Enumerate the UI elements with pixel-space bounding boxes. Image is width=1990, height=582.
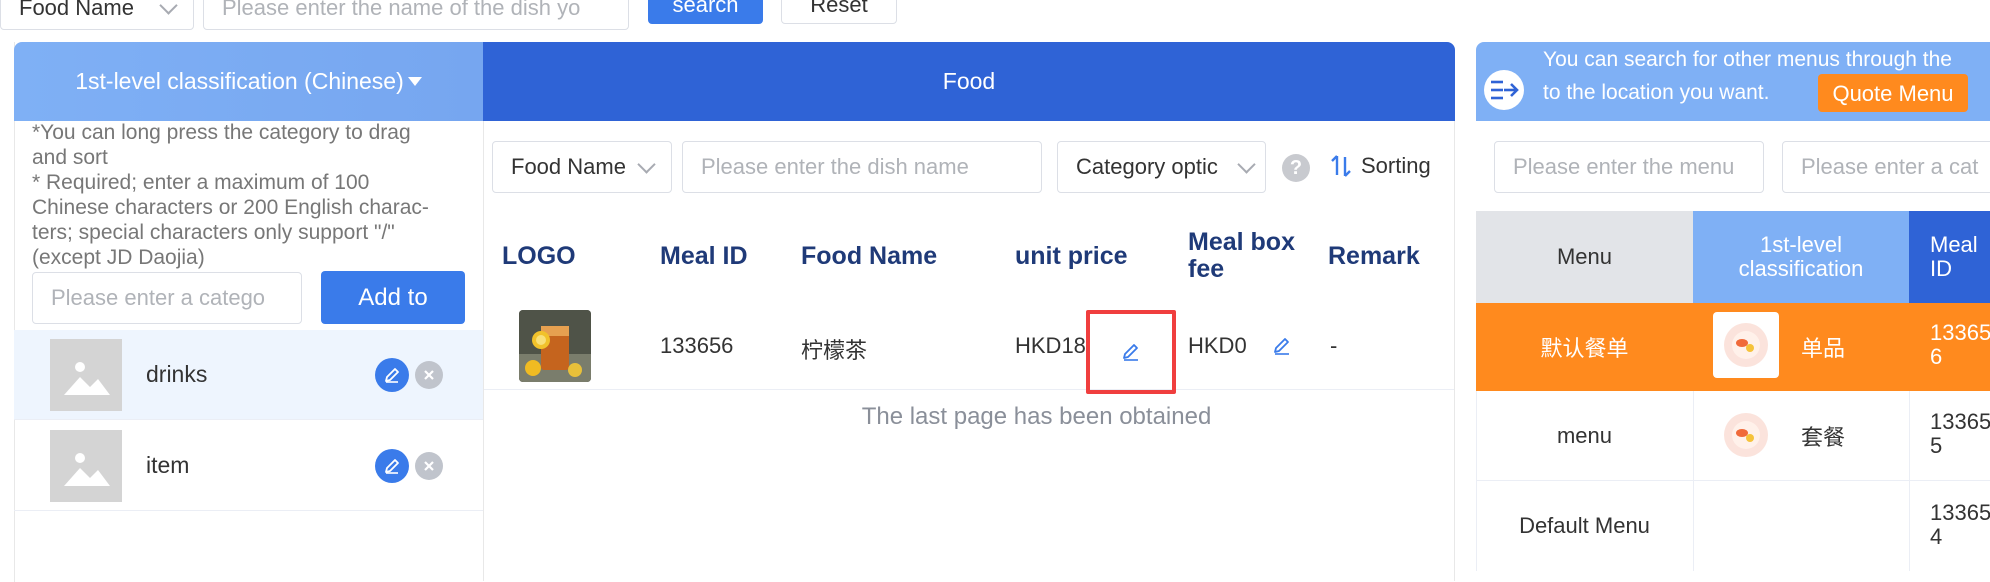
category-name-cell: 单品 (1800, 336, 1845, 361)
meal-id-line2: 6 (1930, 344, 1943, 369)
note-line: * Required; enter a maximum of 100 (32, 171, 370, 194)
col-food-name: Food Name (801, 242, 938, 270)
note-line: and sort (32, 146, 108, 169)
note-line: *You can long press the category to drag (32, 121, 411, 144)
note-line: Chinese characters or 200 English charac… (32, 196, 429, 219)
menu-category-input[interactable]: Please enter a cat (1782, 141, 1990, 193)
category-select-value: Category optic (1076, 154, 1218, 179)
dish-search-placeholder: Please enter the name of the dish yo (222, 0, 581, 20)
sort-icon (1331, 155, 1351, 177)
col-box-fee: Meal box fee (1188, 229, 1295, 283)
quote-menu-button[interactable]: Quote Menu (1818, 74, 1968, 112)
category-panel-header[interactable]: 1st-level classification (Chinese) (14, 42, 483, 121)
category-note: *You can long press the category to drag… (32, 120, 472, 270)
edit-price-icon[interactable] (1121, 342, 1141, 362)
menu-header-line1: You can search for other menus through t… (1543, 48, 1952, 71)
col-meal-id-line1: Meal (1930, 232, 1978, 257)
meal-id-line2: 4 (1930, 524, 1943, 549)
category-row[interactable]: drinks (14, 330, 483, 420)
unit-price-cell: HKD18 (1015, 333, 1086, 358)
meal-id-line2: 5 (1930, 433, 1943, 458)
sorting-label: Sorting (1361, 153, 1431, 178)
note-line: (except JD Daojia) (32, 246, 205, 269)
col-meal-id-right: Meal ID (1909, 211, 1990, 303)
menu-name-cell: menu (1556, 423, 1613, 448)
menu-category-placeholder: Please enter a cat (1801, 154, 1979, 179)
food-panel-header: Food (483, 42, 1455, 121)
image-placeholder-icon (50, 429, 122, 502)
menu-name-cell: 默认餐单 (1540, 336, 1629, 361)
category-food-thumb (1713, 402, 1779, 468)
note-line: ters; special characters only support "/… (32, 221, 395, 244)
help-icon[interactable]: ? (1282, 154, 1310, 182)
category-row[interactable]: item (14, 421, 483, 511)
dish-name-placeholder: Please enter the dish name (701, 154, 969, 179)
category-name-input[interactable]: Please enter a catego (32, 272, 302, 324)
menu-name-cell: Default Menu (1519, 513, 1650, 538)
meal-id-cell: 133656 (660, 333, 734, 358)
menu-header-line2: to the location you want. (1543, 81, 1770, 104)
category-label: drinks (146, 361, 208, 387)
search-button[interactable]: search (648, 0, 763, 24)
meal-id-line1: 13365 (1930, 500, 1990, 525)
col-remark: Remark (1328, 242, 1420, 270)
chevron-down-icon (637, 154, 656, 174)
col-classification: 1st-level classification (1693, 211, 1909, 303)
col-unit-price: unit price (1015, 242, 1128, 270)
food-filter-value: Food Name (511, 154, 626, 179)
caret-down-icon (407, 77, 422, 86)
menu-search-input[interactable]: Please enter the menu (1494, 141, 1764, 193)
category-label: item (146, 452, 190, 478)
reset-button[interactable]: Reset (781, 0, 897, 24)
meal-id-line1: 13365 (1930, 409, 1990, 434)
delete-category-icon[interactable] (415, 360, 443, 389)
delete-category-icon[interactable] (415, 451, 443, 480)
col-classification-line2: classification (1738, 256, 1864, 281)
help-glyph: ? (1289, 156, 1303, 179)
chevron-down-icon (159, 0, 178, 15)
box-fee-cell: HKD0 (1188, 333, 1247, 358)
category-food-thumb (1713, 312, 1779, 378)
edit-price-box[interactable] (1086, 310, 1176, 394)
meal-id-cell-right: 13365 5 (1930, 410, 1990, 458)
food-name-select-value: Food Name (19, 0, 134, 20)
menu-panel-header: You can search for other menus through t… (1476, 42, 1990, 121)
chevron-down-icon (1237, 154, 1256, 174)
col-classification-line1: 1st-level (1760, 232, 1842, 257)
meal-id-cell-right: 13365 6 (1930, 321, 1990, 369)
food-logo-image (519, 310, 591, 382)
food-plate-icon (1713, 402, 1779, 468)
col-menu: Menu (1476, 211, 1693, 303)
category-panel-title: 1st-level classification (Chinese) (75, 68, 404, 94)
table-row (484, 298, 1454, 390)
meal-id-cell-right: 13365 4 (1930, 501, 1990, 549)
list-end-message: The last page has been obtained (861, 403, 1212, 430)
col-meal-id: Meal ID (660, 242, 748, 270)
add-category-button[interactable]: Add to (321, 271, 465, 324)
category-name-placeholder: Please enter a catego (51, 285, 266, 310)
remark-cell: - (1330, 333, 1338, 358)
col-logo: LOGO (502, 242, 576, 270)
col-box-fee-line1: Meal box (1188, 228, 1295, 256)
category-select[interactable]: Category optic (1057, 141, 1266, 193)
dish-name-input[interactable]: Please enter the dish name (682, 141, 1042, 193)
edit-box-fee-icon[interactable] (1272, 336, 1292, 361)
image-placeholder-icon (50, 338, 122, 411)
menu-search-placeholder: Please enter the menu (1513, 154, 1735, 179)
edit-category-icon[interactable] (375, 448, 409, 483)
food-filter-select[interactable]: Food Name (492, 141, 672, 193)
food-name-select[interactable]: Food Name (0, 0, 194, 30)
category-name-cell: 套餐 (1800, 425, 1845, 450)
col-meal-id-line2: ID (1930, 256, 1952, 281)
menu-arrow-icon (1484, 70, 1524, 110)
col-box-fee-line2: fee (1188, 255, 1225, 283)
food-name-cell: 柠檬茶 (801, 338, 868, 363)
meal-id-line1: 13365 (1930, 320, 1990, 345)
food-plate-icon (1713, 312, 1779, 378)
dish-search-input[interactable]: Please enter the name of the dish yo (203, 0, 629, 30)
edit-category-icon[interactable] (375, 357, 409, 392)
sorting-button[interactable]: Sorting (1330, 150, 1454, 182)
